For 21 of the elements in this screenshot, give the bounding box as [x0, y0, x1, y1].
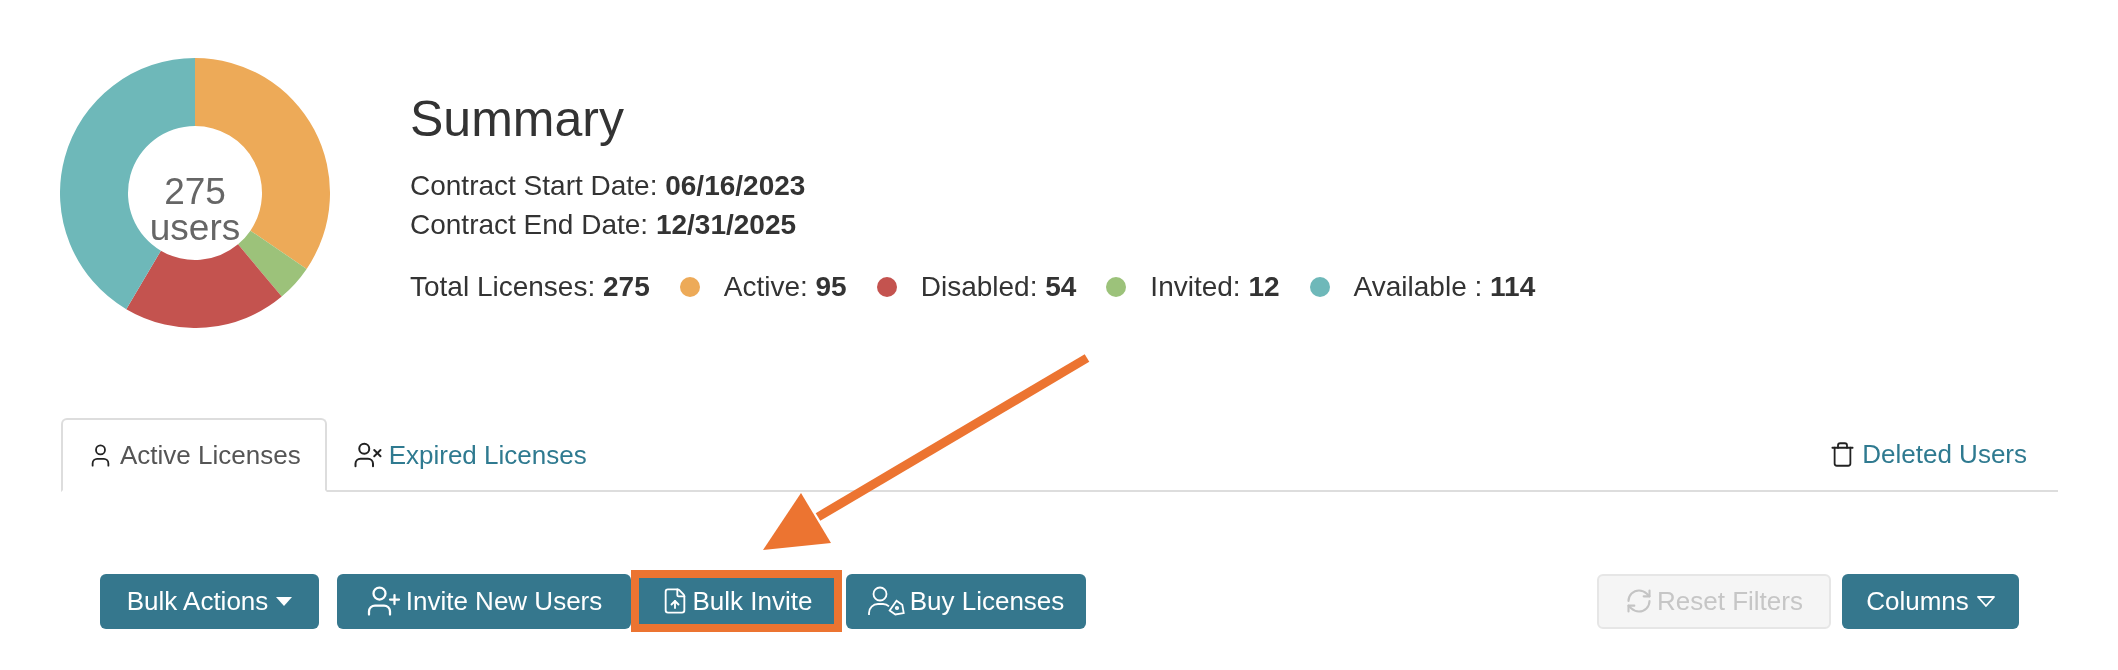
- bulk-invite-button[interactable]: Bulk Invite: [639, 578, 834, 624]
- legend-label: Invited: 12: [1150, 270, 1280, 304]
- contract-date-text: Contract End Date: 12/31/2025: [410, 208, 797, 242]
- summary-title: Summary: [410, 90, 624, 149]
- legend-label: Available : 114: [1353, 270, 1536, 304]
- refresh-icon: [1625, 587, 1654, 615]
- total-licenses-text: Total Licenses: 275: [410, 270, 650, 304]
- caret-down-icon: [276, 596, 293, 606]
- user-tag-icon: [867, 586, 906, 616]
- invite-users-button[interactable]: Invite New Users: [337, 573, 631, 629]
- buy-licenses-button[interactable]: Buy Licenses: [846, 573, 1086, 629]
- columns-button[interactable]: Columns: [1842, 573, 2019, 629]
- user-x-icon: [352, 440, 383, 470]
- caret-down-icon: [1976, 595, 1995, 607]
- tab[interactable]: Expired Licenses: [326, 418, 613, 492]
- legend-label: Disabled: 54: [920, 270, 1077, 304]
- tab[interactable]: Active Licenses: [61, 418, 327, 492]
- deleted-users-link[interactable]: Deleted Users: [1829, 434, 2027, 474]
- contract-date-text: Contract Start Date: 06/16/2023: [410, 169, 806, 203]
- bulk-actions-button[interactable]: Bulk Actions: [100, 573, 319, 629]
- legend-label: Active: 95: [723, 270, 847, 304]
